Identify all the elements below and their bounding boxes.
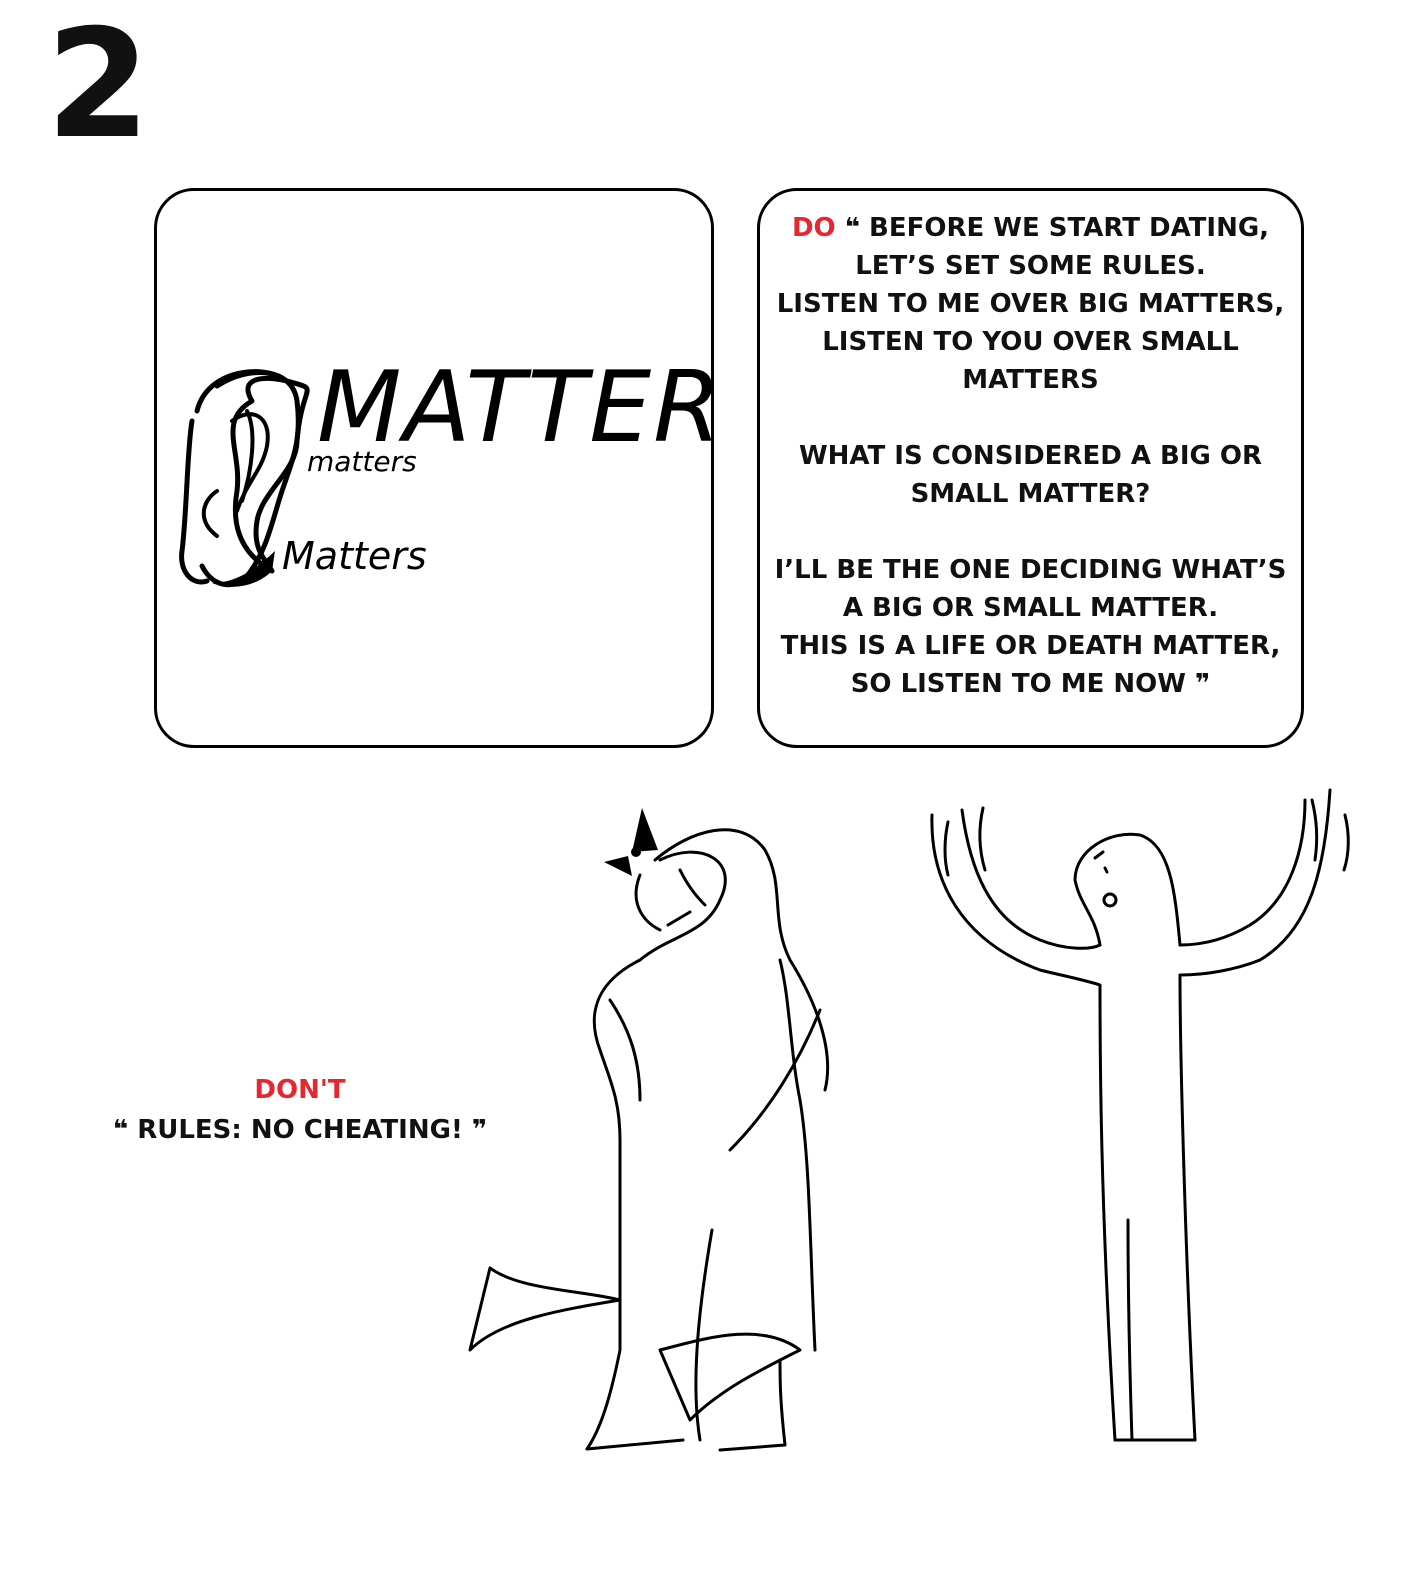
couple-figure [468, 808, 830, 1452]
arms-raised-figure [930, 788, 1350, 1442]
figures-illustration [468, 788, 1350, 1452]
hair-bow-icon [632, 808, 658, 852]
hair-bow-icon [604, 856, 632, 876]
